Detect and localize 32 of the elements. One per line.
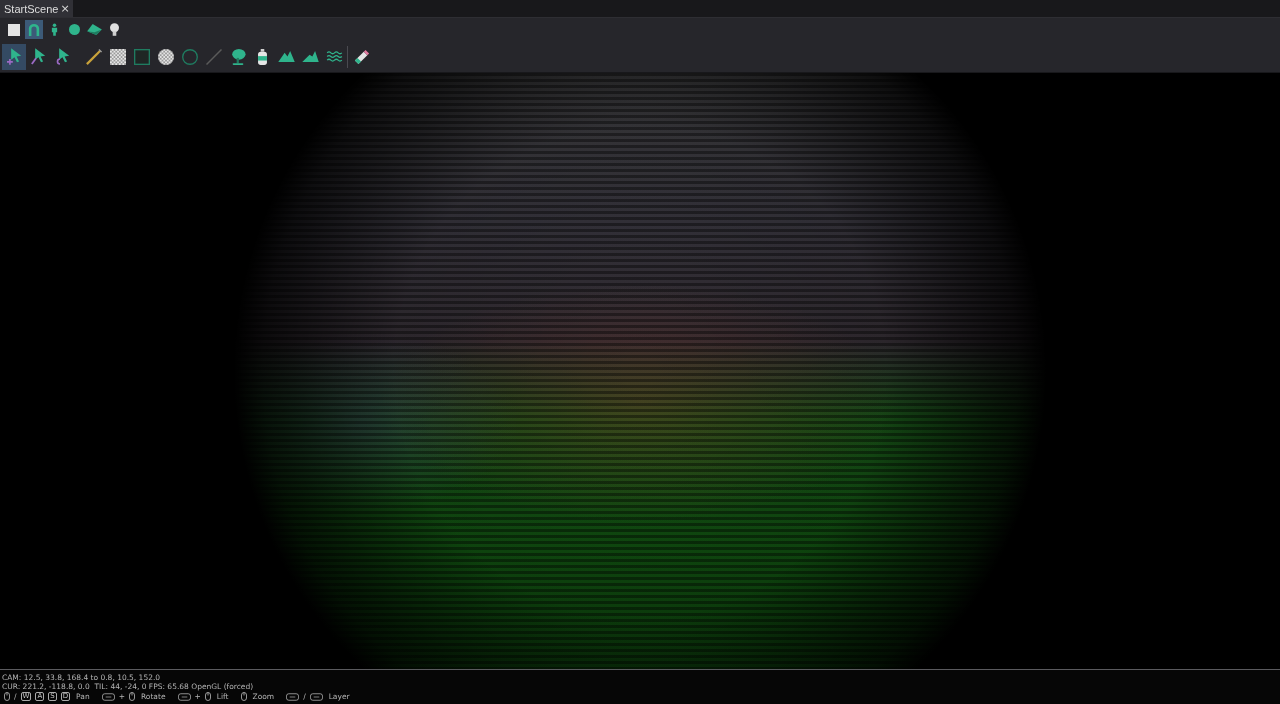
keycap-icon [101, 692, 115, 701]
mountain-icon [277, 51, 295, 62]
bottle-icon [256, 48, 268, 65]
light-bulb-icon [109, 23, 119, 36]
waves-icon [325, 51, 343, 62]
person-icon [50, 23, 58, 36]
sphere-icon [68, 24, 80, 35]
pointer-pen-icon [30, 48, 46, 65]
eraser-icon [354, 48, 370, 65]
line-icon [206, 48, 222, 65]
mouse-icon [204, 692, 211, 701]
arch-icon [28, 23, 40, 36]
pointer-curve-icon [54, 48, 70, 65]
checkered-circle-icon [158, 48, 174, 65]
mouse-icon [240, 692, 247, 701]
tree-icon [230, 48, 246, 65]
scene-tab[interactable]: StartScene × [0, 0, 73, 17]
close-tab-button[interactable]: × [60, 2, 70, 15]
mouse-icon [128, 692, 135, 701]
pencil-icon [86, 48, 102, 65]
plane-icon [86, 24, 102, 35]
keycap-icon [286, 692, 300, 701]
pointer-plus-icon [6, 48, 22, 65]
square-icon [8, 23, 20, 36]
keycap-icon [177, 692, 191, 701]
keycap-icon [309, 692, 323, 701]
mountain-icon [301, 51, 319, 62]
checkered-square-icon [110, 48, 126, 65]
square-outline-icon [134, 48, 150, 65]
circle-outline-icon [182, 48, 198, 65]
mouse-icon [4, 692, 10, 701]
drawing-tool-button[interactable] [2, 43, 26, 70]
